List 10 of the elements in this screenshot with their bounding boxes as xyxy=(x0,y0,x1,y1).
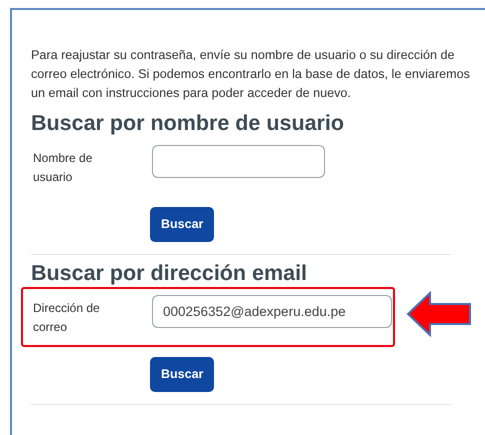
instructions-text: Para reajustar su contraseña, envíe su nombre de usuario o su dirección de correo electrónico. Si podemos encontrarlo en la base de datos, le enviaremos un email con instrucciones para poder acceder de nuevo. xyxy=(31,47,471,102)
search-button[interactable]: Buscar xyxy=(150,356,214,392)
field-label: Nombre de usuario xyxy=(33,150,94,186)
field-label: Dirección de correo xyxy=(33,300,101,336)
email-field[interactable]: 000256352@adexperu.edu.pe xyxy=(152,294,392,328)
section-heading: Buscar por nombre de usuario xyxy=(31,110,346,137)
section-heading: Buscar por dirección email xyxy=(31,260,308,287)
arrow-icon xyxy=(406,290,472,337)
username-field[interactable] xyxy=(152,145,325,178)
search-button[interactable]: Buscar xyxy=(150,207,214,242)
